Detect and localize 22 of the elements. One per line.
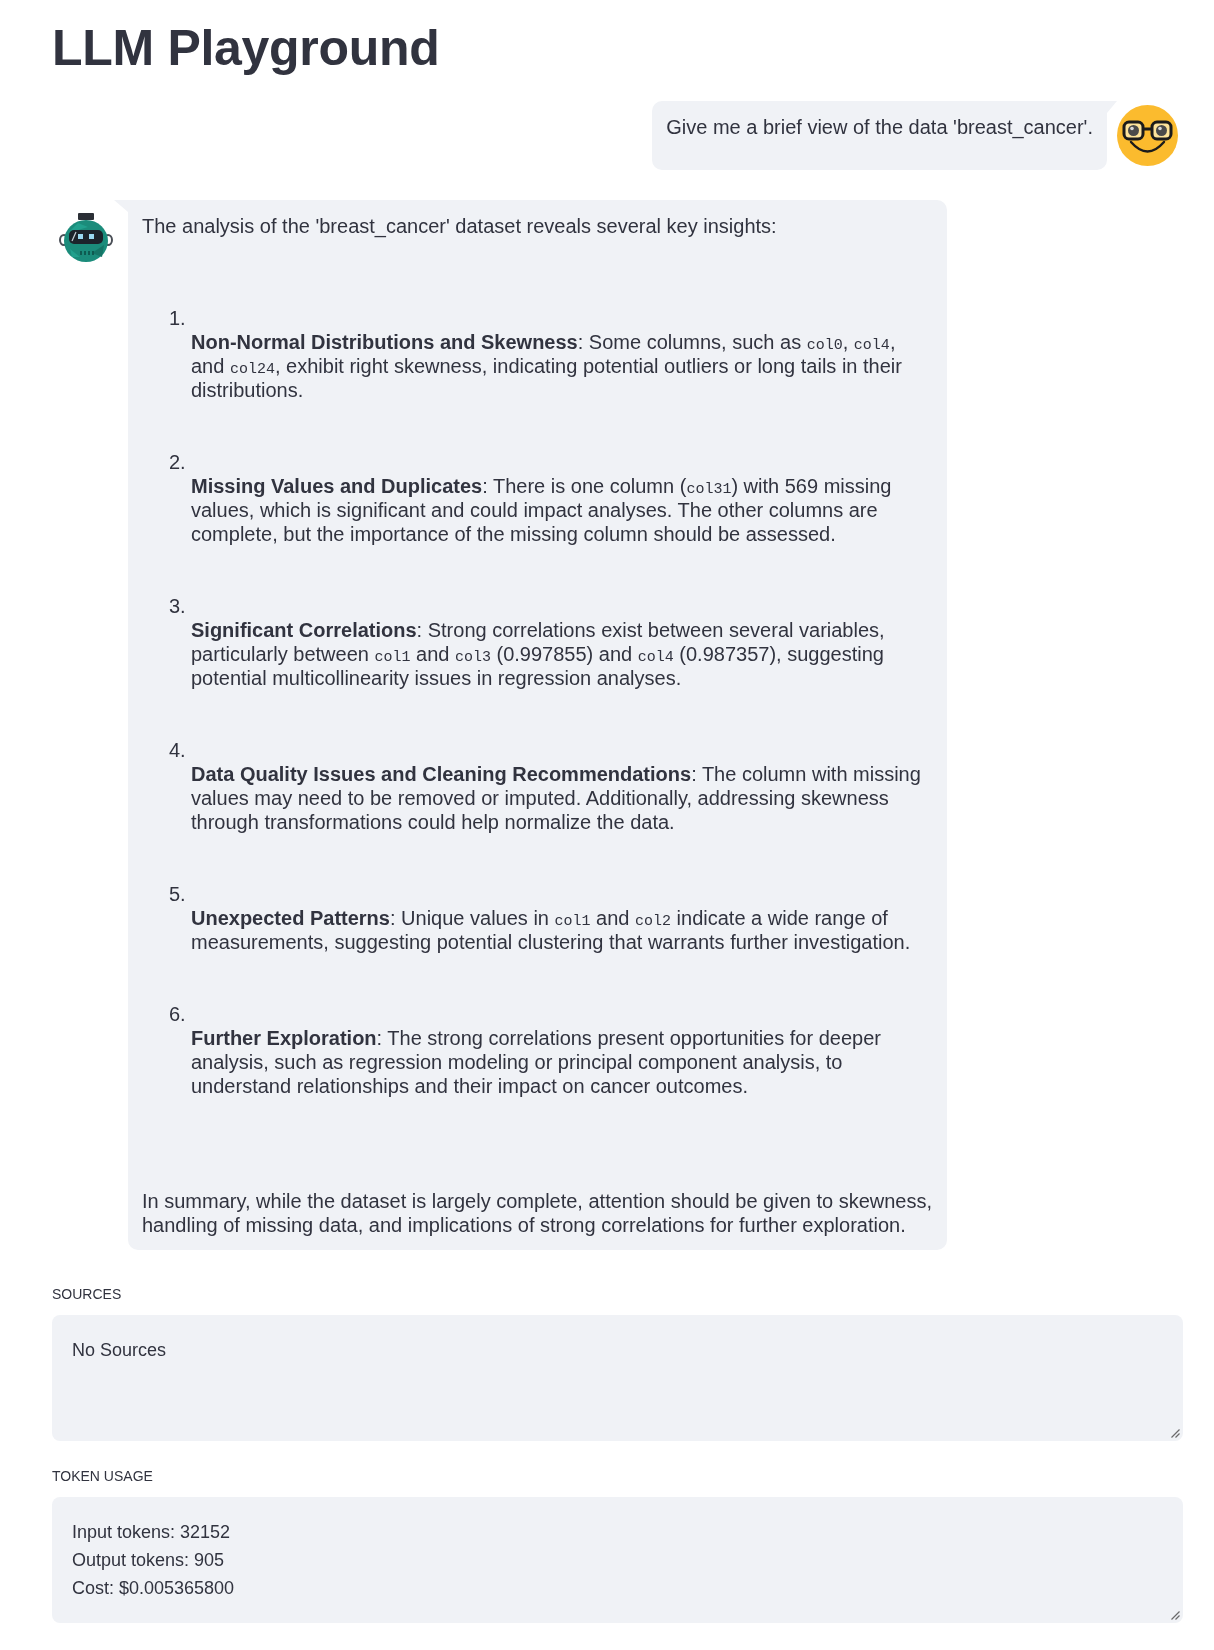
message-text: Give me a brief view of the data 'breast_cancer'. bbox=[666, 115, 1093, 139]
page-title: LLM Playground bbox=[52, 19, 440, 78]
list-number: 4. bbox=[169, 738, 186, 762]
list-number: 3. bbox=[169, 594, 186, 618]
robot-head-icon bbox=[58, 213, 114, 263]
list-item-text: Data Quality Issues and Cleaning Recommendations: The column with missing values may need to be removed or imputed. Additionally, addressing skewness through transformations could help normalize the data. bbox=[191, 762, 922, 834]
list-number: 6. bbox=[169, 1002, 186, 1026]
list-number: 5. bbox=[169, 882, 186, 906]
list-number: 2. bbox=[169, 450, 186, 474]
list-item-text: Unexpected Patterns: Unique values in col1 and col2 indicate a wide range of measurements, suggesting potential clustering that warrants further investigation. bbox=[191, 906, 912, 954]
field-label: SOURCES bbox=[52, 1285, 122, 1304]
list-item-text: Further Exploration: The strong correlations present opportunities for deeper analysis, such as regression modeling or principal component analysis, to understand relationships and their impact on cancer outcomes. bbox=[191, 1026, 882, 1098]
field-label: TOKEN USAGE bbox=[52, 1467, 153, 1486]
message-text: In summary, while the dataset is largely complete, attention should be given to skewness, handling of missing data, and implications of strong correlations for further exploration. bbox=[142, 1189, 934, 1237]
text-area[interactable]: No Sources bbox=[52, 1315, 1183, 1441]
message-text: The analysis of the 'breast_cancer' dataset reveals several key insights: bbox=[142, 214, 777, 238]
text-area[interactable]: Input tokens: 32152 Output tokens: 905 Cost: $0.005365800 bbox=[52, 1497, 1183, 1623]
smiley-with-glasses-icon bbox=[1117, 105, 1178, 166]
resize-handle-icon[interactable] bbox=[1171, 1611, 1180, 1620]
list-number: 1. bbox=[169, 306, 186, 330]
resize-handle-icon[interactable] bbox=[1171, 1429, 1180, 1438]
list-item-text: Significant Correlations: Strong correlations exist between several variables, particularly between col1 and col3 (0.997855) and col4 (0.987357), suggesting potential multicollinearity issues in regression analyses. bbox=[191, 618, 886, 690]
